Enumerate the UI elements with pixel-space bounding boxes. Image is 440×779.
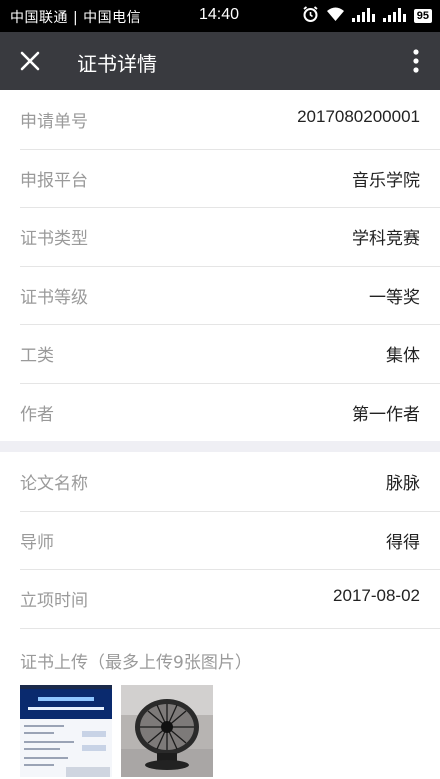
status-icons: 95 <box>302 5 432 27</box>
detail-row-category: 工类 集体 <box>0 324 440 383</box>
detail-value: 脉脉 <box>386 474 420 494</box>
action-bar: 证书详情 <box>0 32 440 90</box>
alarm-icon <box>302 5 319 27</box>
detail-label: 立项时间 <box>20 591 88 611</box>
more-vertical-icon[interactable] <box>406 45 426 77</box>
detail-value: 2017080200001 <box>297 107 420 126</box>
status-bar: 中国联通 | 中国电信 14:40 95 <box>0 0 440 32</box>
detail-label: 作者 <box>20 404 54 425</box>
detail-label: 申报平台 <box>20 170 88 191</box>
battery-icon: 95 <box>413 9 432 23</box>
detail-row-advisor: 导师 得得 <box>0 510 440 570</box>
signal-icon <box>351 7 376 26</box>
certificate-image-1[interactable] <box>20 685 112 777</box>
detail-row-paper-title: 论文名称 脉脉 <box>0 452 440 511</box>
detail-value: 一等奖 <box>369 287 420 308</box>
detail-label: 证书等级 <box>20 287 88 308</box>
wifi-icon <box>326 6 345 26</box>
detail-label: 工类 <box>20 346 54 366</box>
detail-label: 论文名称 <box>20 474 88 494</box>
detail-row-platform: 申报平台 音乐学院 <box>0 148 440 208</box>
signal-icon <box>382 7 407 26</box>
detail-row-certificate-level: 证书等级 一等奖 <box>0 265 440 325</box>
certificate-image-2[interactable] <box>121 685 213 777</box>
detail-row-project-date: 立项时间 2017-08-02 <box>0 569 440 628</box>
upload-label: 证书上传（最多上传9张图片） <box>20 653 252 673</box>
detail-row-certificate-type: 证书类型 学科竞赛 <box>0 207 440 266</box>
detail-label: 导师 <box>20 532 54 553</box>
close-icon[interactable] <box>14 45 46 77</box>
status-time: 14:40 <box>199 6 240 23</box>
details-group-1: 申请单号 2017080200001 申报平台 音乐学院 证书类型 学科竞赛 证… <box>0 90 440 441</box>
page-title: 证书详情 <box>77 52 157 76</box>
detail-row-application-number: 申请单号 2017080200001 <box>0 90 440 149</box>
detail-value: 得得 <box>386 532 420 553</box>
carrier-label: 中国联通 | 中国电信 <box>10 10 142 26</box>
detail-value: 第一作者 <box>352 404 420 425</box>
detail-label: 申请单号 <box>20 112 88 132</box>
detail-label: 证书类型 <box>20 229 88 249</box>
detail-value: 2017-08-02 <box>333 586 420 605</box>
detail-value: 集体 <box>386 346 420 366</box>
detail-value: 音乐学院 <box>352 170 420 191</box>
detail-value: 学科竞赛 <box>352 229 420 249</box>
detail-row-author: 作者 第一作者 <box>0 382 440 442</box>
